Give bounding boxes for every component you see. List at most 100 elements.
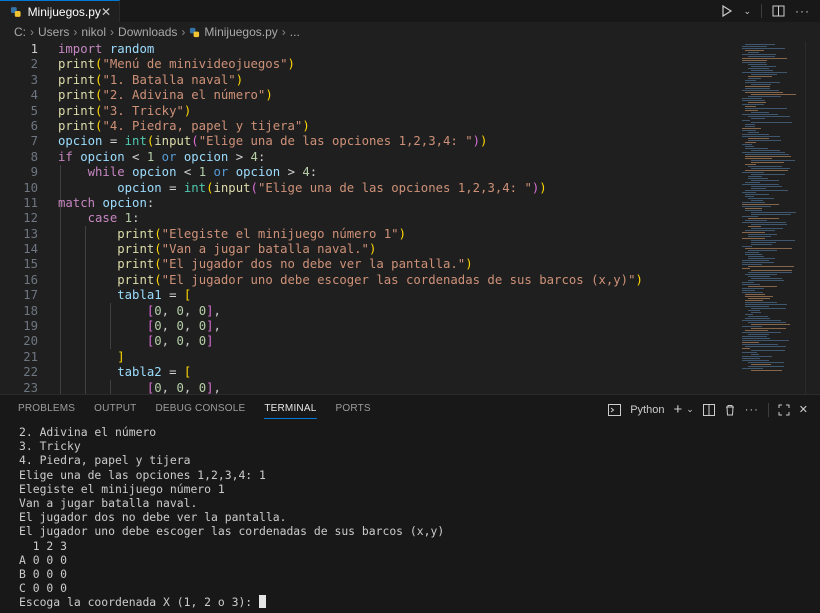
terminal-line: Van a jugar batalla naval. [19,495,198,510]
breadcrumb: C: › Users › nikol › Downloads › Minijue… [0,22,820,42]
minimap-line [742,58,787,59]
breadcrumb-item[interactable]: Downloads [118,25,177,39]
chevron-down-icon[interactable]: ⌄ [686,404,694,415]
terminal-output[interactable]: 2. Adivina el número 3. Tricky 4. Piedra… [19,425,810,609]
line-number: 2 [30,57,38,72]
minimap-line [748,96,781,97]
minimap-line [745,296,773,297]
minimap-line [751,328,786,329]
line-number: 21 [23,349,38,364]
line-number: 14 [23,242,38,257]
code-line: print("Elegiste el minijuego número 1") [117,226,406,241]
tab-ports[interactable]: PORTS [336,395,371,423]
code-line: print("Menú de minivideojuegos") [58,57,295,72]
minimap-line [751,212,796,213]
terminal-line: 1 2 3 [19,538,68,553]
divider [761,4,762,18]
editor-tab-bar: Minijuegos.py ✕ ⌄ ··· [0,0,820,23]
minimap-line [748,236,771,237]
chevron-right-icon: › [281,25,286,39]
tab-terminal[interactable]: TERMINAL [264,395,317,423]
more-icon[interactable]: ··· [795,4,810,18]
terminal-prompt-line[interactable]: Escoga la coordenada X (1, 2 o 3): [19,595,810,609]
line-number: 13 [23,226,38,241]
python-file-icon [190,27,200,37]
minimap-line [742,344,778,345]
split-editor-icon[interactable] [772,5,785,17]
minimap-line [748,276,770,277]
minimap-line [748,250,777,251]
add-terminal-icon[interactable]: + [673,401,682,418]
minimap-line [742,48,785,49]
close-icon[interactable]: ✕ [101,5,111,19]
line-number: 7 [30,134,38,149]
minimap-line [748,52,759,53]
minimap-line [745,248,792,249]
minimap-line [745,80,756,81]
minimap-line [742,54,776,55]
minimap-line [745,302,777,303]
chevron-down-icon[interactable]: ⌄ [743,6,751,17]
minimap-line [751,200,763,201]
run-icon[interactable] [721,5,733,17]
terminal-line: 4. Piedra, papel y tijera [19,453,191,468]
trash-icon[interactable] [724,404,736,416]
minimap-line [745,210,762,211]
code-line: [0, 0, 0], [146,380,221,394]
breadcrumb-item[interactable]: Minijuegos.py [204,25,277,39]
minimap-line [742,216,758,217]
minimap-line [742,340,789,341]
breadcrumb-item[interactable]: ... [290,25,300,39]
minimap-line [745,158,772,159]
breadcrumb-item[interactable]: C: [14,25,26,39]
minimap-line [748,256,764,257]
minimap-line [751,112,769,113]
bottom-panel: PROBLEMS OUTPUT DEBUG CONSOLE TERMINAL P… [0,394,820,613]
terminal-line: C 0 0 0 [19,581,68,596]
code-line: print("El jugador uno debe escoger las c… [117,272,643,287]
minimap-line [745,230,775,231]
tab-label: Minijuegos.py [27,4,101,19]
minimap-line [745,110,758,111]
minimap-line [745,82,780,83]
minimap-line [745,156,791,157]
chevron-right-icon: › [110,25,115,39]
close-icon[interactable]: ✕ [799,403,808,416]
terminal-line: 2. Adivina el número [19,425,157,439]
code-editor[interactable]: 1 2 3 4 5 6 7 8 9 10 11 12 13 14 15 16 17 18 19 20 21 22 23 im… [0,42,820,394]
minimap[interactable] [742,42,804,394]
minimap-line [751,270,792,271]
minimap-line [748,178,768,179]
tab-minijuegos[interactable]: Minijuegos.py ✕ [0,0,120,22]
more-icon[interactable]: ··· [745,404,759,416]
minimap-line [751,364,771,365]
minimap-line [745,194,769,195]
line-number: 18 [23,303,38,318]
code-line: print("1. Batalla naval") [58,72,244,87]
maximize-icon[interactable] [778,404,790,416]
tab-problems[interactable]: PROBLEMS [18,395,75,423]
minimap-line [748,272,792,273]
minimap-line [742,128,761,129]
minimap-line [748,76,772,77]
minimap-line [745,164,756,165]
minimap-line [742,60,767,61]
minimap-line [745,92,783,93]
line-number: 8 [30,149,38,164]
terminal-shell-label[interactable]: Python [630,404,664,416]
split-terminal-icon[interactable] [702,403,715,416]
minimap-line [745,300,763,301]
tab-output[interactable]: OUTPUT [94,395,136,423]
code-lines[interactable]: import random print("Menú de minivideoju… [58,42,740,394]
minimap-line [751,66,776,67]
tab-debug-console[interactable]: DEBUG CONSOLE [155,395,245,423]
minimap-line [742,320,781,321]
breadcrumb-item[interactable]: Users [38,25,69,39]
minimap-line [748,132,759,133]
minimap-line [742,130,756,131]
minimap-line [745,146,754,147]
python-file-icon [10,6,21,17]
minimap-line [745,196,754,197]
vertical-scrollbar[interactable] [805,42,820,394]
breadcrumb-item[interactable]: nikol [81,25,106,39]
